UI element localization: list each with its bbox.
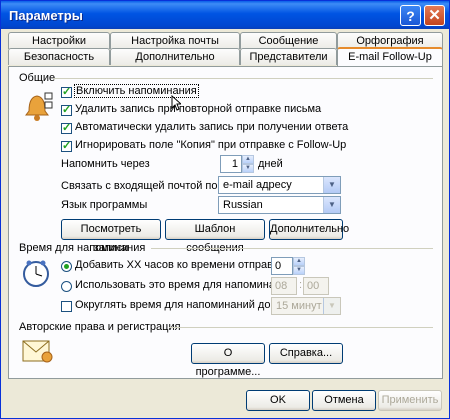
envelope-certificate-icon <box>22 340 53 363</box>
time-colon: : <box>299 279 303 291</box>
tab-mail-setup[interactable]: Настройка почты <box>110 32 240 49</box>
general-heading: Общие <box>19 72 56 84</box>
tab-advanced[interactable]: Дополнительно <box>110 48 240 65</box>
round-time-value: 15 минут <box>276 300 322 312</box>
cancel-button[interactable]: Отмена <box>312 390 376 411</box>
link-inbox-label: Связать с входящей почтой по <box>61 180 218 192</box>
ignore-cc-label[interactable]: Игнорировать поле "Копия" при отправке с… <box>75 139 346 151</box>
reminder-time-divider <box>151 248 433 249</box>
clock-icon <box>23 260 49 287</box>
remind-after-label: Напомнить через <box>61 158 150 170</box>
delete-on-resend-label[interactable]: Удалить запись при повторной отправке пи… <box>75 103 321 115</box>
add-hours-label[interactable]: Добавить XX часов ко времени отправки <box>75 259 284 271</box>
language-label: Язык программы <box>61 199 148 211</box>
about-button[interactable]: О программе... <box>191 343 265 378</box>
window-title: Параметры <box>9 8 83 23</box>
ignore-cc-checkbox[interactable] <box>61 139 72 152</box>
language-value: Russian <box>223 199 263 211</box>
chevron-down-icon[interactable]: ▼ <box>323 197 340 213</box>
auto-delete-checkbox[interactable] <box>61 121 72 134</box>
tab-settings[interactable]: Настройки <box>8 32 110 49</box>
spin-down-icon[interactable]: ▼ <box>293 266 305 275</box>
round-time-checkbox[interactable] <box>61 301 72 312</box>
view-records-button[interactable]: Посмотреть записи <box>61 219 161 254</box>
title-bar[interactable]: Параметры ? ✕ <box>1 1 449 29</box>
chevron-down-icon[interactable]: ▼ <box>323 177 340 193</box>
add-hours-spinner[interactable]: ▲ ▼ <box>293 257 305 275</box>
ok-button[interactable]: OK <box>246 390 310 411</box>
link-inbox-value: e-mail адресу <box>223 179 292 191</box>
delete-on-resend-checkbox[interactable] <box>61 103 72 116</box>
link-inbox-select[interactable]: e-mail адресу ▼ <box>218 176 341 194</box>
add-hours-input[interactable]: 0 <box>271 257 293 275</box>
message-template-button[interactable]: Шаблон сообщения <box>165 219 265 254</box>
general-divider <box>53 78 433 79</box>
copyright-heading: Авторские права и регистрация <box>19 321 181 333</box>
use-time-label[interactable]: Использовать это время для напоминаний: <box>75 279 296 291</box>
apply-button[interactable]: Применить <box>378 390 442 411</box>
help-button[interactable]: ? <box>400 5 421 26</box>
bell-icon <box>25 92 53 121</box>
days-label: дней <box>258 158 283 170</box>
enable-reminders-checkbox[interactable] <box>61 85 72 98</box>
tab-security[interactable]: Безопасность <box>8 48 110 65</box>
more-button[interactable]: Дополнительно <box>269 219 349 240</box>
remind-after-input[interactable]: 1 <box>220 155 242 173</box>
spin-down-icon[interactable]: ▼ <box>242 164 254 173</box>
minute-input[interactable]: 00 <box>303 277 329 295</box>
help-doc-button[interactable]: Справка... <box>269 343 343 364</box>
tab-email-follow-up[interactable]: E-mail Follow-Up <box>337 47 443 66</box>
options-dialog: Параметры ? ✕ Настройки Настройка почты … <box>0 0 450 419</box>
round-time-label[interactable]: Округлять время для напоминаний до <box>75 299 270 311</box>
spin-up-icon[interactable]: ▲ <box>242 155 254 164</box>
copyright-divider <box>169 327 433 328</box>
tab-message[interactable]: Сообщение <box>240 32 337 49</box>
reminder-time-heading: Время для напоминания <box>19 242 146 254</box>
language-select[interactable]: Russian ▼ <box>218 196 341 214</box>
hour-input[interactable]: 08 <box>271 277 297 295</box>
remind-after-spinner[interactable]: ▲ ▼ <box>242 155 254 173</box>
round-time-select[interactable]: 15 минут ▼ <box>271 297 341 315</box>
chevron-down-icon[interactable]: ▼ <box>323 298 340 314</box>
add-hours-radio[interactable] <box>61 261 72 272</box>
auto-delete-label[interactable]: Автоматически удалить запись при получен… <box>75 121 348 133</box>
spin-up-icon[interactable]: ▲ <box>293 257 305 266</box>
close-button[interactable]: ✕ <box>424 5 445 26</box>
tab-delegates[interactable]: Представители <box>240 48 337 65</box>
use-time-radio[interactable] <box>61 281 72 292</box>
